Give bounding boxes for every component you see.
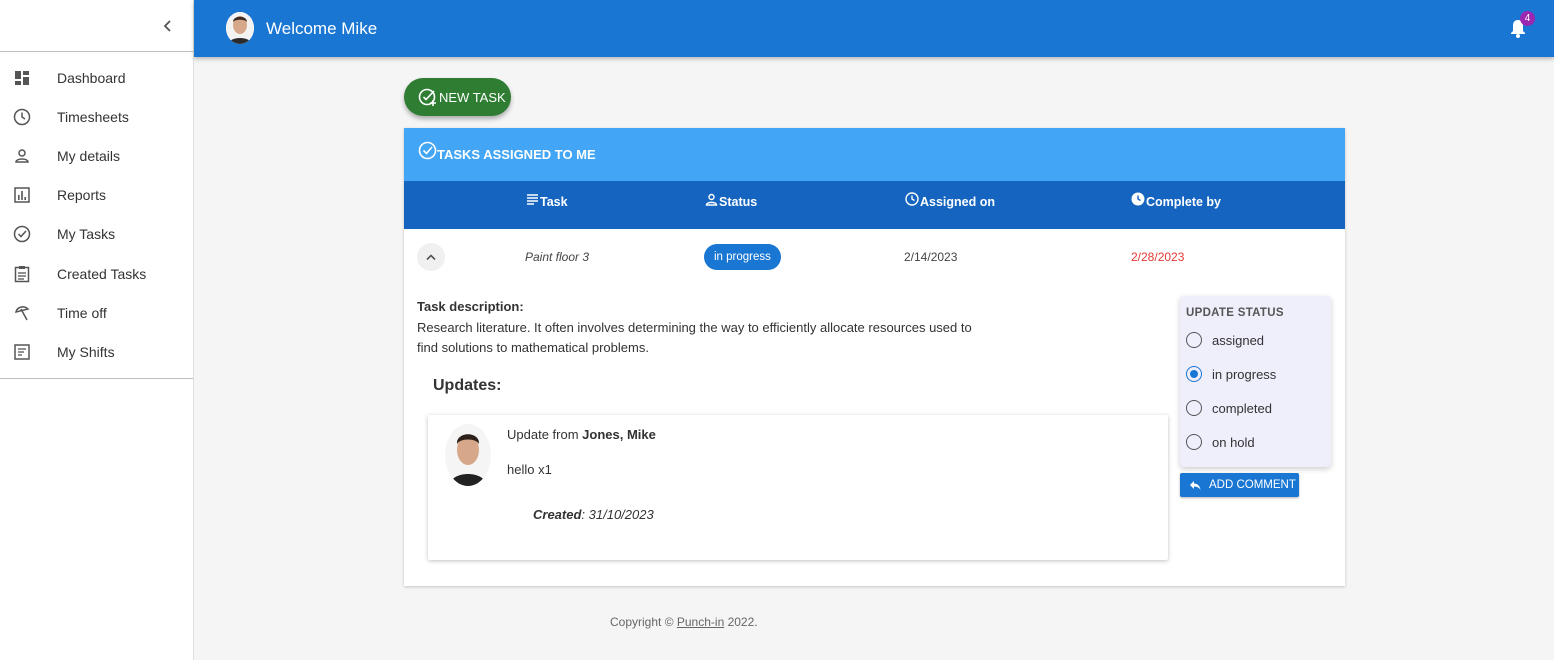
collapse-row-button[interactable]: [417, 243, 445, 271]
column-label: Complete by: [1146, 195, 1222, 209]
card-title: TASKS ASSIGNED TO ME: [437, 147, 596, 162]
add-comment-label: ADD COMMENT: [1209, 479, 1296, 491]
table-header: Task Status Assigned on Complete by: [404, 181, 1345, 229]
sidebar: Dashboard Timesheets My details Reports …: [0, 0, 194, 660]
clock-filled-icon: [1131, 192, 1145, 206]
radio-button[interactable]: [1186, 400, 1202, 416]
chevron-left-icon: [163, 20, 171, 32]
clipboard-icon: [13, 265, 31, 283]
sidebar-item-time-off[interactable]: Time off: [0, 293, 193, 332]
check-circle-icon: [418, 141, 437, 160]
sidebar-item-label: My Tasks: [57, 226, 116, 243]
tasks-card: TASKS ASSIGNED TO ME Task Status Assigne…: [404, 128, 1345, 586]
beach-icon: [13, 304, 31, 322]
task-description-label: Task description:: [417, 299, 524, 314]
avatar[interactable]: [226, 12, 254, 44]
collapse-sidebar-button[interactable]: [157, 16, 177, 36]
status-option-on-hold[interactable]: on hold: [1186, 434, 1255, 450]
status-badge: in progress: [704, 244, 781, 270]
app-header: Welcome Mike 4: [194, 0, 1554, 57]
sidebar-item-label: Timesheets: [57, 108, 129, 125]
task-description: Research literature. It often involves d…: [417, 320, 972, 355]
radio-label: in progress: [1212, 366, 1277, 382]
update-author-line: Update from Jones, Mike: [507, 427, 656, 442]
sidebar-item-label: My Shifts: [57, 343, 115, 360]
add-comment-button[interactable]: ADD COMMENT: [1180, 473, 1299, 497]
sidebar-item-label: Dashboard: [57, 69, 126, 86]
card-header: TASKS ASSIGNED TO ME: [404, 128, 1345, 181]
sidebar-nav: Dashboard Timesheets My details Reports …: [0, 52, 193, 379]
update-author: Jones, Mike: [582, 427, 656, 442]
sidebar-item-timesheets[interactable]: Timesheets: [0, 97, 193, 136]
check-circle-icon: [13, 225, 31, 243]
reply-icon: [1190, 480, 1201, 490]
column-label: Assigned on: [920, 195, 996, 209]
update-card: Update from Jones, Mike hello x1 Created…: [428, 415, 1168, 560]
radio-label: on hold: [1212, 434, 1255, 450]
update-status-panel: UPDATE STATUS assigned in progress compl…: [1180, 296, 1331, 467]
radio-button[interactable]: [1186, 434, 1202, 450]
add-task-icon: [418, 88, 436, 106]
update-status-title: UPDATE STATUS: [1186, 307, 1284, 319]
radio-button[interactable]: [1186, 366, 1202, 382]
status-option-in-progress[interactable]: in progress: [1186, 366, 1276, 382]
footer: Copyright © Punch-in 2022.: [610, 615, 758, 629]
sidebar-item-label: Created Tasks: [57, 265, 147, 282]
task-name: Paint floor 3: [525, 250, 590, 264]
updates-title: Updates:: [433, 377, 502, 394]
complete-by-date: 2/28/2023: [1131, 250, 1185, 264]
footer-link[interactable]: Punch-in: [677, 615, 724, 629]
list-icon: [13, 343, 31, 361]
radio-button[interactable]: [1186, 332, 1202, 348]
update-message: hello x1: [507, 462, 552, 477]
sidebar-item-my-shifts[interactable]: My Shifts: [0, 332, 193, 371]
sidebar-item-label: Time off: [57, 304, 107, 321]
new-task-label: NEW TASK: [439, 89, 506, 105]
dashboard-icon: [13, 69, 31, 87]
avatar: [445, 424, 491, 486]
assigned-on-date: 2/14/2023: [904, 250, 958, 264]
column-label: Task: [540, 195, 568, 209]
notification-badge: 4: [1520, 11, 1535, 26]
update-created: Created: 31/10/2023: [533, 507, 654, 522]
update-from-prefix: Update from: [507, 427, 579, 442]
sidebar-item-my-tasks[interactable]: My Tasks: [0, 215, 193, 254]
sidebar-item-my-details[interactable]: My details: [0, 136, 193, 175]
clock-icon: [13, 108, 31, 126]
table-row[interactable]: Paint floor 3 in progress 2/14/2023 2/28…: [404, 229, 1345, 284]
created-date: : 31/10/2023: [581, 507, 654, 522]
radio-label: assigned: [1212, 332, 1265, 348]
radio-label: completed: [1212, 400, 1272, 416]
column-header-complete-by[interactable]: Complete by: [1131, 192, 1222, 209]
bar-chart-icon: [13, 186, 31, 204]
footer-suffix: 2022.: [724, 615, 758, 629]
footer-prefix: Copyright ©: [610, 615, 677, 629]
sidebar-item-label: Reports: [57, 187, 107, 204]
sidebar-item-label: My details: [57, 147, 121, 164]
column-header-assigned-on[interactable]: Assigned on: [905, 192, 996, 209]
sidebar-item-dashboard[interactable]: Dashboard: [0, 58, 193, 97]
column-header-status[interactable]: Status: [705, 193, 758, 209]
person-icon: [13, 147, 31, 165]
sidebar-item-reports[interactable]: Reports: [0, 176, 193, 215]
welcome-title: Welcome Mike: [266, 19, 378, 38]
new-task-button[interactable]: NEW TASK: [404, 78, 511, 116]
sidebar-header: [0, 0, 193, 52]
notes-icon: [527, 194, 538, 205]
clock-icon: [905, 192, 919, 206]
created-label: Created: [533, 507, 582, 522]
status-option-assigned[interactable]: assigned: [1186, 332, 1264, 348]
sidebar-item-created-tasks[interactable]: Created Tasks: [0, 254, 193, 293]
status-option-completed[interactable]: completed: [1186, 400, 1272, 416]
chevron-up-icon: [426, 254, 436, 261]
person-icon: [705, 193, 718, 206]
column-header-task[interactable]: Task: [526, 194, 568, 209]
column-label: Status: [719, 195, 758, 209]
